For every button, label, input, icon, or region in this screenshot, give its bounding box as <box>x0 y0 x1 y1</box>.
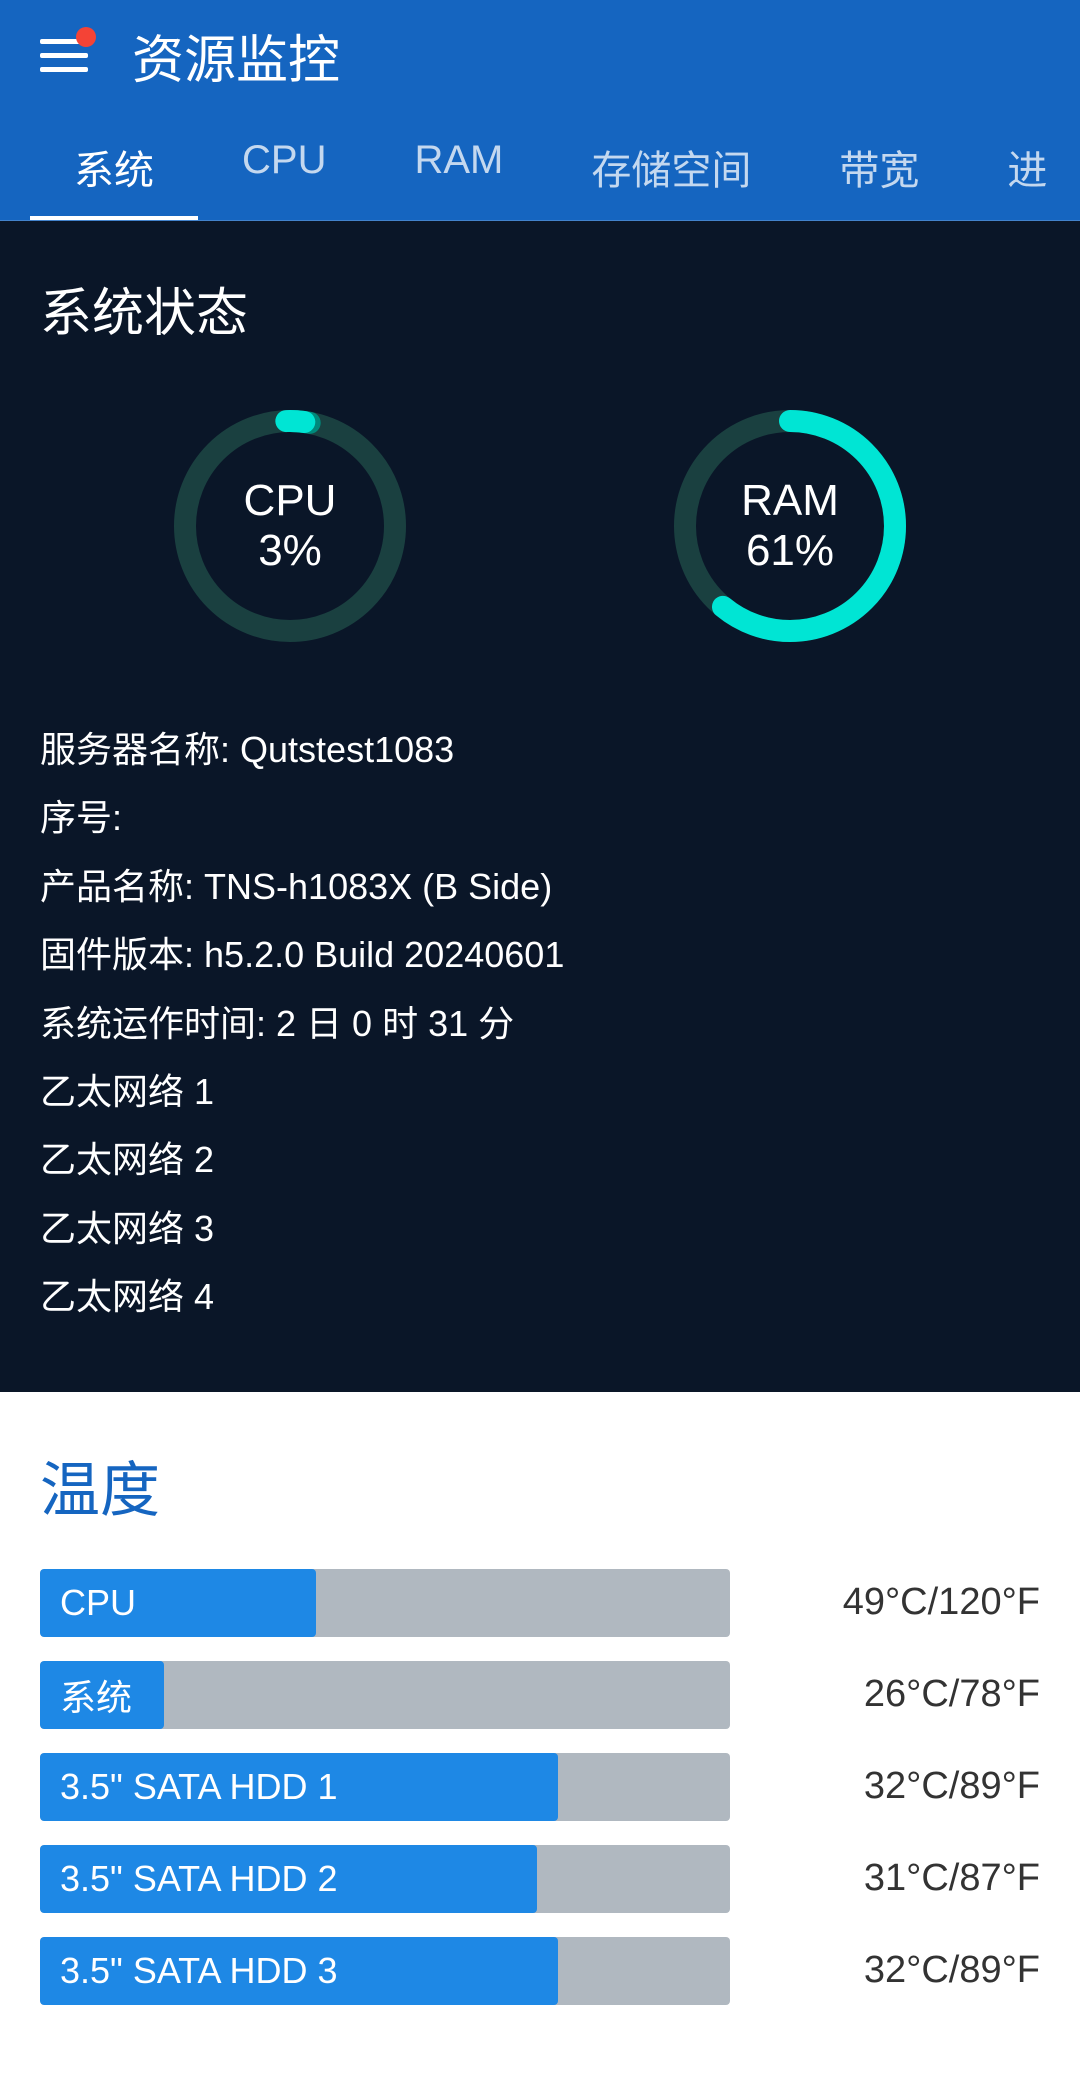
temp-bar-hdd1-label: 3.5" SATA HDD 1 <box>60 1766 338 1808</box>
cpu-gauge-label: CPU 3% <box>244 476 337 576</box>
ram-value: 61% <box>741 526 839 576</box>
temp-value-cpu: 49°C/120°F <box>760 1581 1040 1624</box>
temp-bar-cpu-label: CPU <box>60 1582 136 1624</box>
temp-row-hdd3: 3.5" SATA HDD 3 32°C/89°F <box>40 1937 1040 2005</box>
serial-row: 序号: <box>40 784 1040 852</box>
ram-gauge: RAM 61% <box>660 396 920 656</box>
app-title: 资源监控 <box>132 18 340 93</box>
system-status-title: 系统状态 <box>40 271 1040 346</box>
temp-bar-hdd1-container: 3.5" SATA HDD 1 <box>40 1753 730 1821</box>
temp-bar-hdd2-container: 3.5" SATA HDD 2 <box>40 1845 730 1913</box>
network-1: 乙太网络 1 <box>40 1058 1040 1126</box>
ram-label: RAM <box>741 476 839 526</box>
temp-bar-hdd2-label: 3.5" SATA HDD 2 <box>60 1858 338 1900</box>
system-status-section: 系统状态 CPU 3% RAM <box>0 221 1080 1392</box>
temp-row-cpu: CPU 49°C/120°F <box>40 1569 1040 1637</box>
menu-button[interactable] <box>40 27 96 83</box>
tab-more[interactable]: 进 <box>963 110 1080 220</box>
temp-value-hdd1: 32°C/89°F <box>760 1765 1040 1808</box>
system-info: 服务器名称: Qutstest1083 序号: 产品名称: TNS-h1083X… <box>40 716 1040 1332</box>
ram-gauge-label: RAM 61% <box>741 476 839 576</box>
tab-bandwidth[interactable]: 带宽 <box>795 110 963 220</box>
tab-cpu[interactable]: CPU <box>198 110 370 220</box>
network-2: 乙太网络 2 <box>40 1126 1040 1194</box>
temp-bar-hdd3-container: 3.5" SATA HDD 3 <box>40 1937 730 2005</box>
network-4: 乙太网络 4 <box>40 1263 1040 1331</box>
network-3: 乙太网络 3 <box>40 1195 1040 1263</box>
temp-bar-hdd3-fill: 3.5" SATA HDD 3 <box>40 1937 558 2005</box>
product-row: 产品名称: TNS-h1083X (B Side) <box>40 853 1040 921</box>
tab-storage[interactable]: 存储空间 <box>547 110 795 220</box>
uptime-row: 系统运作时间: 2 日 0 时 31 分 <box>40 990 1040 1058</box>
cpu-value: 3% <box>244 526 337 576</box>
cpu-gauge: CPU 3% <box>160 396 420 656</box>
temp-bar-system-fill: 系统 <box>40 1661 164 1729</box>
server-name-row: 服务器名称: Qutstest1083 <box>40 716 1040 784</box>
temp-value-hdd2: 31°C/87°F <box>760 1857 1040 1900</box>
firmware-row: 固件版本: h5.2.0 Build 20240601 <box>40 921 1040 989</box>
temp-value-hdd3: 32°C/89°F <box>760 1949 1040 1992</box>
cpu-label: CPU <box>244 476 337 526</box>
temperature-section: 温度 CPU 49°C/120°F 系统 26°C/78°F 3.5" SATA… <box>0 1392 1080 2079</box>
temp-bar-cpu-fill: CPU <box>40 1569 316 1637</box>
notification-badge <box>76 27 96 47</box>
temp-row-system: 系统 26°C/78°F <box>40 1661 1040 1729</box>
temp-bar-cpu-container: CPU <box>40 1569 730 1637</box>
temp-value-system: 26°C/78°F <box>760 1673 1040 1716</box>
temp-row-hdd1: 3.5" SATA HDD 1 32°C/89°F <box>40 1753 1040 1821</box>
temp-bar-hdd2-fill: 3.5" SATA HDD 2 <box>40 1845 537 1913</box>
app-header: 资源监控 <box>0 0 1080 110</box>
temp-bar-hdd3-label: 3.5" SATA HDD 3 <box>60 1950 338 1992</box>
menu-bar-3 <box>40 67 88 72</box>
tab-bar: 系统 CPU RAM 存储空间 带宽 进 <box>0 110 1080 221</box>
menu-bar-2 <box>40 53 88 58</box>
temp-bar-system-label: 系统 <box>60 1669 132 1721</box>
tab-ram[interactable]: RAM <box>370 110 547 220</box>
temp-bar-system-container: 系统 <box>40 1661 730 1729</box>
tab-system[interactable]: 系统 <box>30 110 198 220</box>
gauges-row: CPU 3% RAM 61% <box>40 396 1040 656</box>
temp-row-hdd2: 3.5" SATA HDD 2 31°C/87°F <box>40 1845 1040 1913</box>
temp-bar-hdd1-fill: 3.5" SATA HDD 1 <box>40 1753 558 1821</box>
temperature-title: 温度 <box>40 1442 1040 1529</box>
